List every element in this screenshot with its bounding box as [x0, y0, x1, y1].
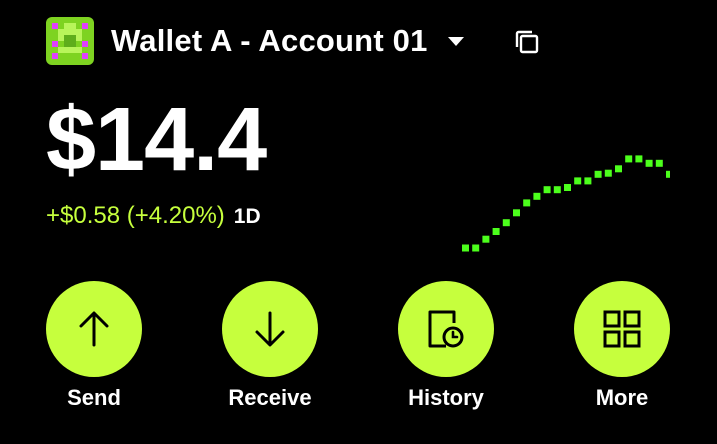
sparkline-point — [655, 159, 663, 167]
sparkline-point — [523, 199, 531, 207]
receive-action: Receive — [222, 281, 318, 410]
balance-change: +$0.58 (+4.20%) — [46, 202, 225, 229]
receive-button[interactable] — [222, 281, 318, 377]
sparkline-point — [625, 155, 633, 163]
history-button[interactable] — [398, 281, 494, 377]
sparkline-point — [543, 186, 551, 194]
balance-change-row: +$0.58 (+4.20%) 1D — [46, 202, 261, 230]
sparkline-point — [645, 159, 653, 167]
sparkline-point — [584, 177, 592, 185]
arrow-up-icon — [79, 311, 109, 347]
more-label: More — [595, 385, 649, 410]
sparkline-point — [635, 155, 643, 163]
history-label: History — [408, 385, 484, 410]
send-action: Send — [46, 281, 142, 410]
sparkline-point — [462, 244, 469, 252]
grid-icon — [603, 310, 641, 348]
sparkline-point — [564, 184, 571, 191]
sparkline-point — [533, 192, 541, 200]
sparkline-point — [553, 186, 561, 194]
price-sparkline — [462, 155, 670, 252]
chevron-down-icon[interactable] — [447, 36, 464, 46]
sparkline-point — [502, 219, 510, 227]
wallet-name[interactable]: Wallet A - Account 01 — [111, 23, 428, 59]
sparkline-point — [492, 228, 500, 235]
pixel-avatar-icon[interactable] — [46, 17, 94, 65]
balance-amount: $14.4 — [46, 90, 267, 190]
more-button[interactable] — [574, 281, 670, 377]
sparkline-point — [513, 209, 520, 217]
sparkline-point — [604, 169, 612, 177]
copy-icon[interactable] — [514, 29, 540, 55]
send-button[interactable] — [46, 281, 142, 377]
sparkline-point — [482, 235, 490, 243]
sparkline-point — [472, 244, 480, 252]
arrow-down-icon — [255, 311, 285, 347]
receive-label: Receive — [228, 385, 312, 410]
history-action: History — [398, 281, 494, 410]
sparkline-point — [615, 165, 622, 173]
history-icon — [428, 310, 464, 348]
sparkline-point — [574, 177, 582, 185]
period-selector[interactable]: 1D — [234, 205, 261, 229]
more-action: More — [574, 281, 670, 410]
account-header: Wallet A - Account 01 — [46, 17, 646, 65]
send-label: Send — [67, 385, 121, 410]
sparkline-point — [666, 170, 670, 178]
sparkline-point — [594, 170, 602, 178]
